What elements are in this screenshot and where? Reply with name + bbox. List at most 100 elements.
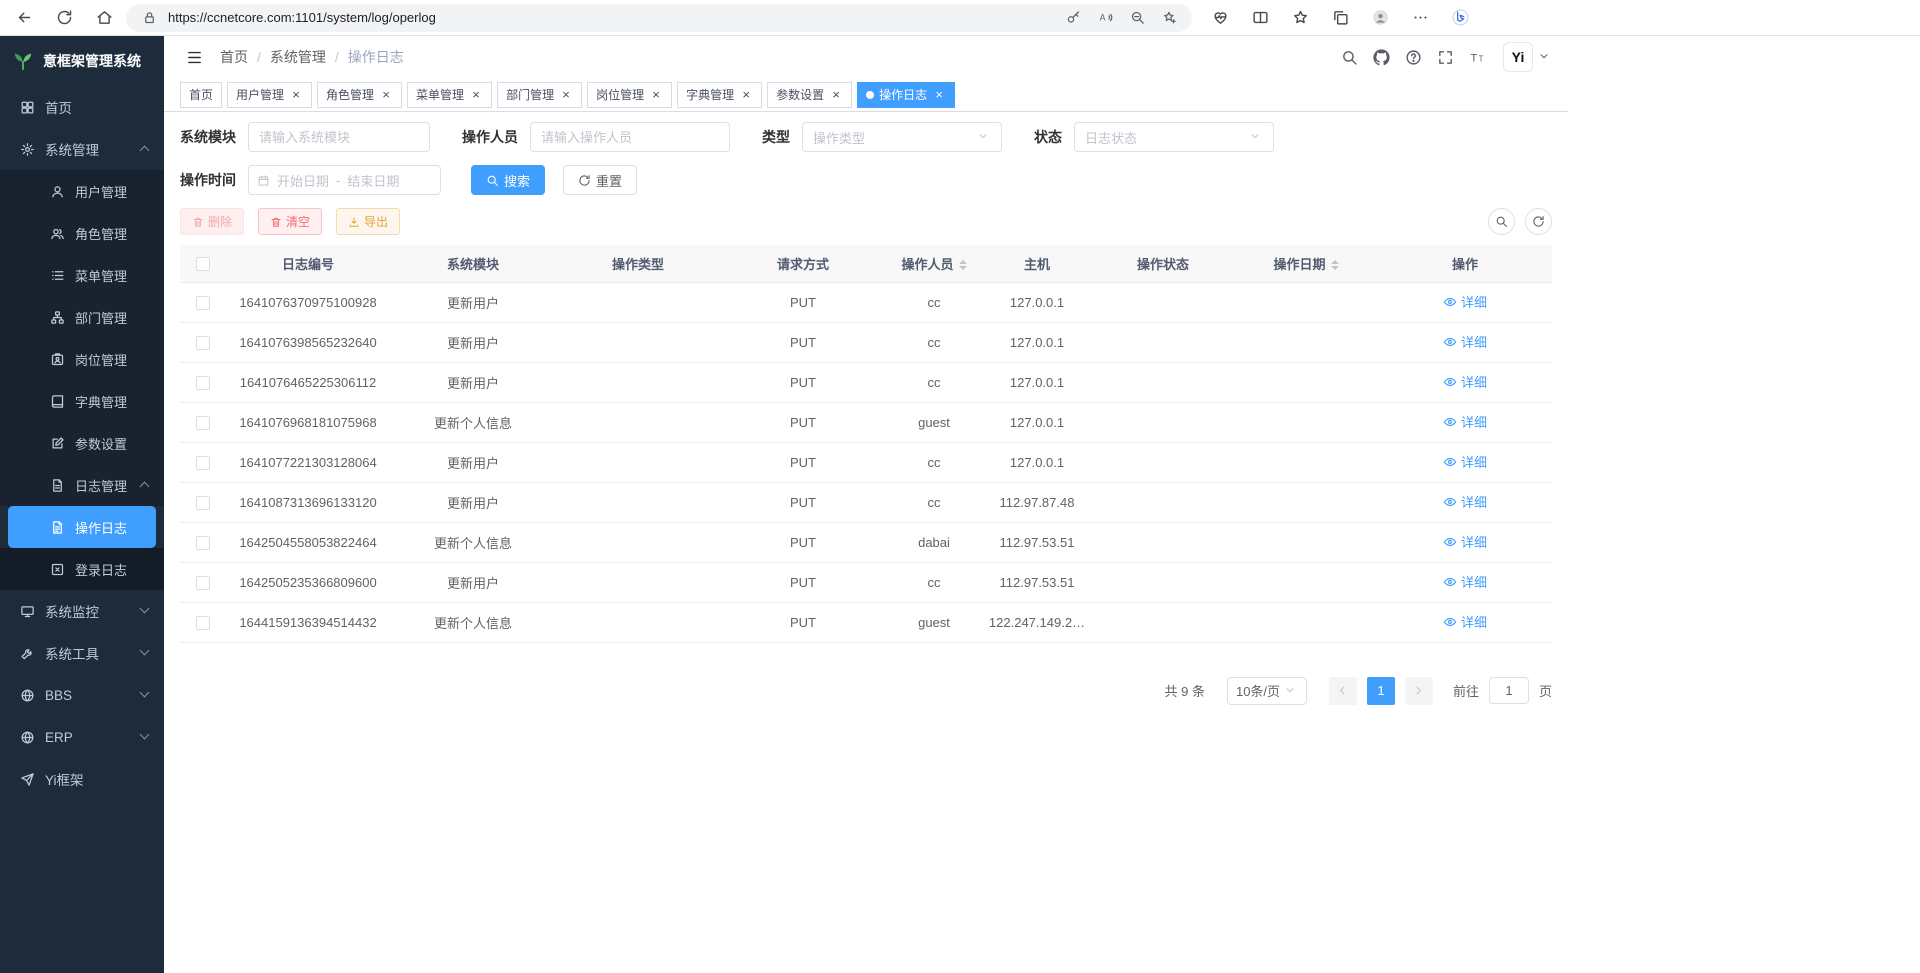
- breadcrumb-system-mgmt[interactable]: 系统管理: [270, 47, 326, 67]
- date-range-picker[interactable]: 开始日期 - 结束日期: [248, 165, 441, 195]
- tab-dict-mgmt[interactable]: 字典管理×: [677, 82, 762, 108]
- search-button[interactable]: 搜索: [471, 165, 545, 195]
- sidebar-item-param-settings[interactable]: 参数设置: [0, 422, 164, 464]
- sidebar-item-dept-mgmt[interactable]: 部门管理: [0, 296, 164, 338]
- close-icon[interactable]: ×: [379, 88, 393, 102]
- row-checkbox[interactable]: [196, 296, 210, 310]
- row-checkbox[interactable]: [196, 616, 210, 630]
- collections-icon[interactable]: [1326, 4, 1354, 32]
- row-checkbox[interactable]: [196, 336, 210, 350]
- sidebar-item-system-tools[interactable]: 系统工具: [0, 632, 164, 674]
- column-header-date[interactable]: 操作日期: [1234, 245, 1378, 282]
- back-icon[interactable]: [10, 4, 38, 32]
- user-avatar-menu[interactable]: Yi: [1503, 42, 1552, 72]
- export-button[interactable]: 导出: [336, 208, 400, 235]
- goto-page-input[interactable]: [1489, 677, 1529, 704]
- operator-input[interactable]: [530, 122, 730, 152]
- font-size-icon[interactable]: TT: [1463, 43, 1491, 71]
- sidebar-item-menu-mgmt[interactable]: 菜单管理: [0, 254, 164, 296]
- sidebar-item-user-mgmt[interactable]: 用户管理: [0, 170, 164, 212]
- home-icon[interactable]: [90, 4, 118, 32]
- sidebar-item-system-mgmt[interactable]: 系统管理: [0, 128, 164, 170]
- sidebar-item-login-log[interactable]: 登录日志: [0, 548, 164, 590]
- tab-user-mgmt[interactable]: 用户管理×: [227, 82, 312, 108]
- refresh-icon[interactable]: [50, 4, 78, 32]
- row-checkbox[interactable]: [196, 496, 210, 510]
- sort-caret-icon[interactable]: [1331, 260, 1339, 270]
- sidebar-item-yi-framework[interactable]: Yi框架: [0, 758, 164, 800]
- tab-post-mgmt[interactable]: 岗位管理×: [587, 82, 672, 108]
- close-icon[interactable]: ×: [829, 88, 843, 102]
- detail-link[interactable]: 详细: [1443, 572, 1487, 591]
- sort-caret-icon[interactable]: [959, 260, 967, 270]
- sidebar-item-erp[interactable]: ERP: [0, 716, 164, 758]
- status-select[interactable]: 日志状态: [1074, 122, 1274, 152]
- close-icon[interactable]: ×: [289, 88, 303, 102]
- key-icon[interactable]: [1062, 7, 1084, 29]
- read-aloud-icon[interactable]: A: [1094, 7, 1116, 29]
- module-input[interactable]: [248, 122, 430, 152]
- refresh-table-button[interactable]: [1525, 208, 1552, 235]
- tab-role-mgmt[interactable]: 角色管理×: [317, 82, 402, 108]
- detail-link[interactable]: 详细: [1443, 532, 1487, 551]
- search-icon[interactable]: [1335, 43, 1363, 71]
- sidebar-item-bbs[interactable]: BBS: [0, 674, 164, 716]
- question-icon[interactable]: [1399, 43, 1427, 71]
- tab-dept-mgmt[interactable]: 部门管理×: [497, 82, 582, 108]
- detail-link[interactable]: 详细: [1443, 452, 1487, 471]
- detail-link[interactable]: 详细: [1443, 332, 1487, 351]
- row-checkbox[interactable]: [196, 416, 210, 430]
- zoom-out-icon[interactable]: [1126, 7, 1148, 29]
- close-icon[interactable]: ×: [932, 88, 946, 102]
- more-icon[interactable]: [1406, 4, 1434, 32]
- row-checkbox[interactable]: [196, 376, 210, 390]
- reset-button[interactable]: 重置: [563, 165, 637, 195]
- row-checkbox[interactable]: [196, 536, 210, 550]
- column-header-operator[interactable]: 操作人员: [886, 245, 982, 282]
- type-select[interactable]: 操作类型: [802, 122, 1002, 152]
- delete-button[interactable]: 删除: [180, 208, 244, 235]
- tab-menu-mgmt[interactable]: 菜单管理×: [407, 82, 492, 108]
- toggle-search-button[interactable]: [1488, 208, 1515, 235]
- menu-fold-icon[interactable]: [180, 43, 208, 71]
- detail-link[interactable]: 详细: [1443, 292, 1487, 311]
- browser-essentials-icon[interactable]: [1206, 4, 1234, 32]
- tab-home[interactable]: 首页: [180, 82, 222, 108]
- clear-button[interactable]: 清空: [258, 208, 322, 235]
- next-page-button[interactable]: [1405, 677, 1433, 705]
- detail-link[interactable]: 详细: [1443, 612, 1487, 631]
- breadcrumb-home[interactable]: 首页: [220, 47, 248, 67]
- detail-link[interactable]: 详细: [1443, 412, 1487, 431]
- page-size-select[interactable]: 10条/页: [1227, 677, 1307, 705]
- app-logo[interactable]: 意框架管理系统: [0, 36, 164, 86]
- sidebar-item-oper-log[interactable]: 操作日志: [8, 506, 156, 548]
- split-screen-icon[interactable]: [1246, 4, 1274, 32]
- close-icon[interactable]: ×: [469, 88, 483, 102]
- detail-link[interactable]: 详细: [1443, 372, 1487, 391]
- sidebar-item-post-mgmt[interactable]: 岗位管理: [0, 338, 164, 380]
- select-all-checkbox[interactable]: [196, 257, 210, 271]
- lock-icon[interactable]: [138, 7, 160, 29]
- tab-param-settings[interactable]: 参数设置×: [767, 82, 852, 108]
- close-icon[interactable]: ×: [739, 88, 753, 102]
- bing-icon[interactable]: [1446, 4, 1474, 32]
- close-icon[interactable]: ×: [649, 88, 663, 102]
- row-checkbox[interactable]: [196, 456, 210, 470]
- sidebar-item-home[interactable]: 首页: [0, 86, 164, 128]
- tab-oper-log[interactable]: 操作日志×: [857, 82, 955, 108]
- row-checkbox[interactable]: [196, 576, 210, 590]
- page-1-button[interactable]: 1: [1367, 677, 1395, 705]
- sidebar-item-dict-mgmt[interactable]: 字典管理: [0, 380, 164, 422]
- sidebar-item-role-mgmt[interactable]: 角色管理: [0, 212, 164, 254]
- favorites-icon[interactable]: [1286, 4, 1314, 32]
- detail-link[interactable]: 详细: [1443, 492, 1487, 511]
- prev-page-button[interactable]: [1329, 677, 1357, 705]
- favorites-add-icon[interactable]: [1158, 7, 1180, 29]
- address-bar[interactable]: https://ccnetcore.com:1101/system/log/op…: [126, 4, 1192, 32]
- fullscreen-icon[interactable]: [1431, 43, 1459, 71]
- profile-avatar-icon[interactable]: [1366, 4, 1394, 32]
- github-icon[interactable]: [1367, 43, 1395, 71]
- sidebar-item-log-mgmt[interactable]: 日志管理: [0, 464, 164, 506]
- close-icon[interactable]: ×: [559, 88, 573, 102]
- sidebar-item-system-monitor[interactable]: 系统监控: [0, 590, 164, 632]
